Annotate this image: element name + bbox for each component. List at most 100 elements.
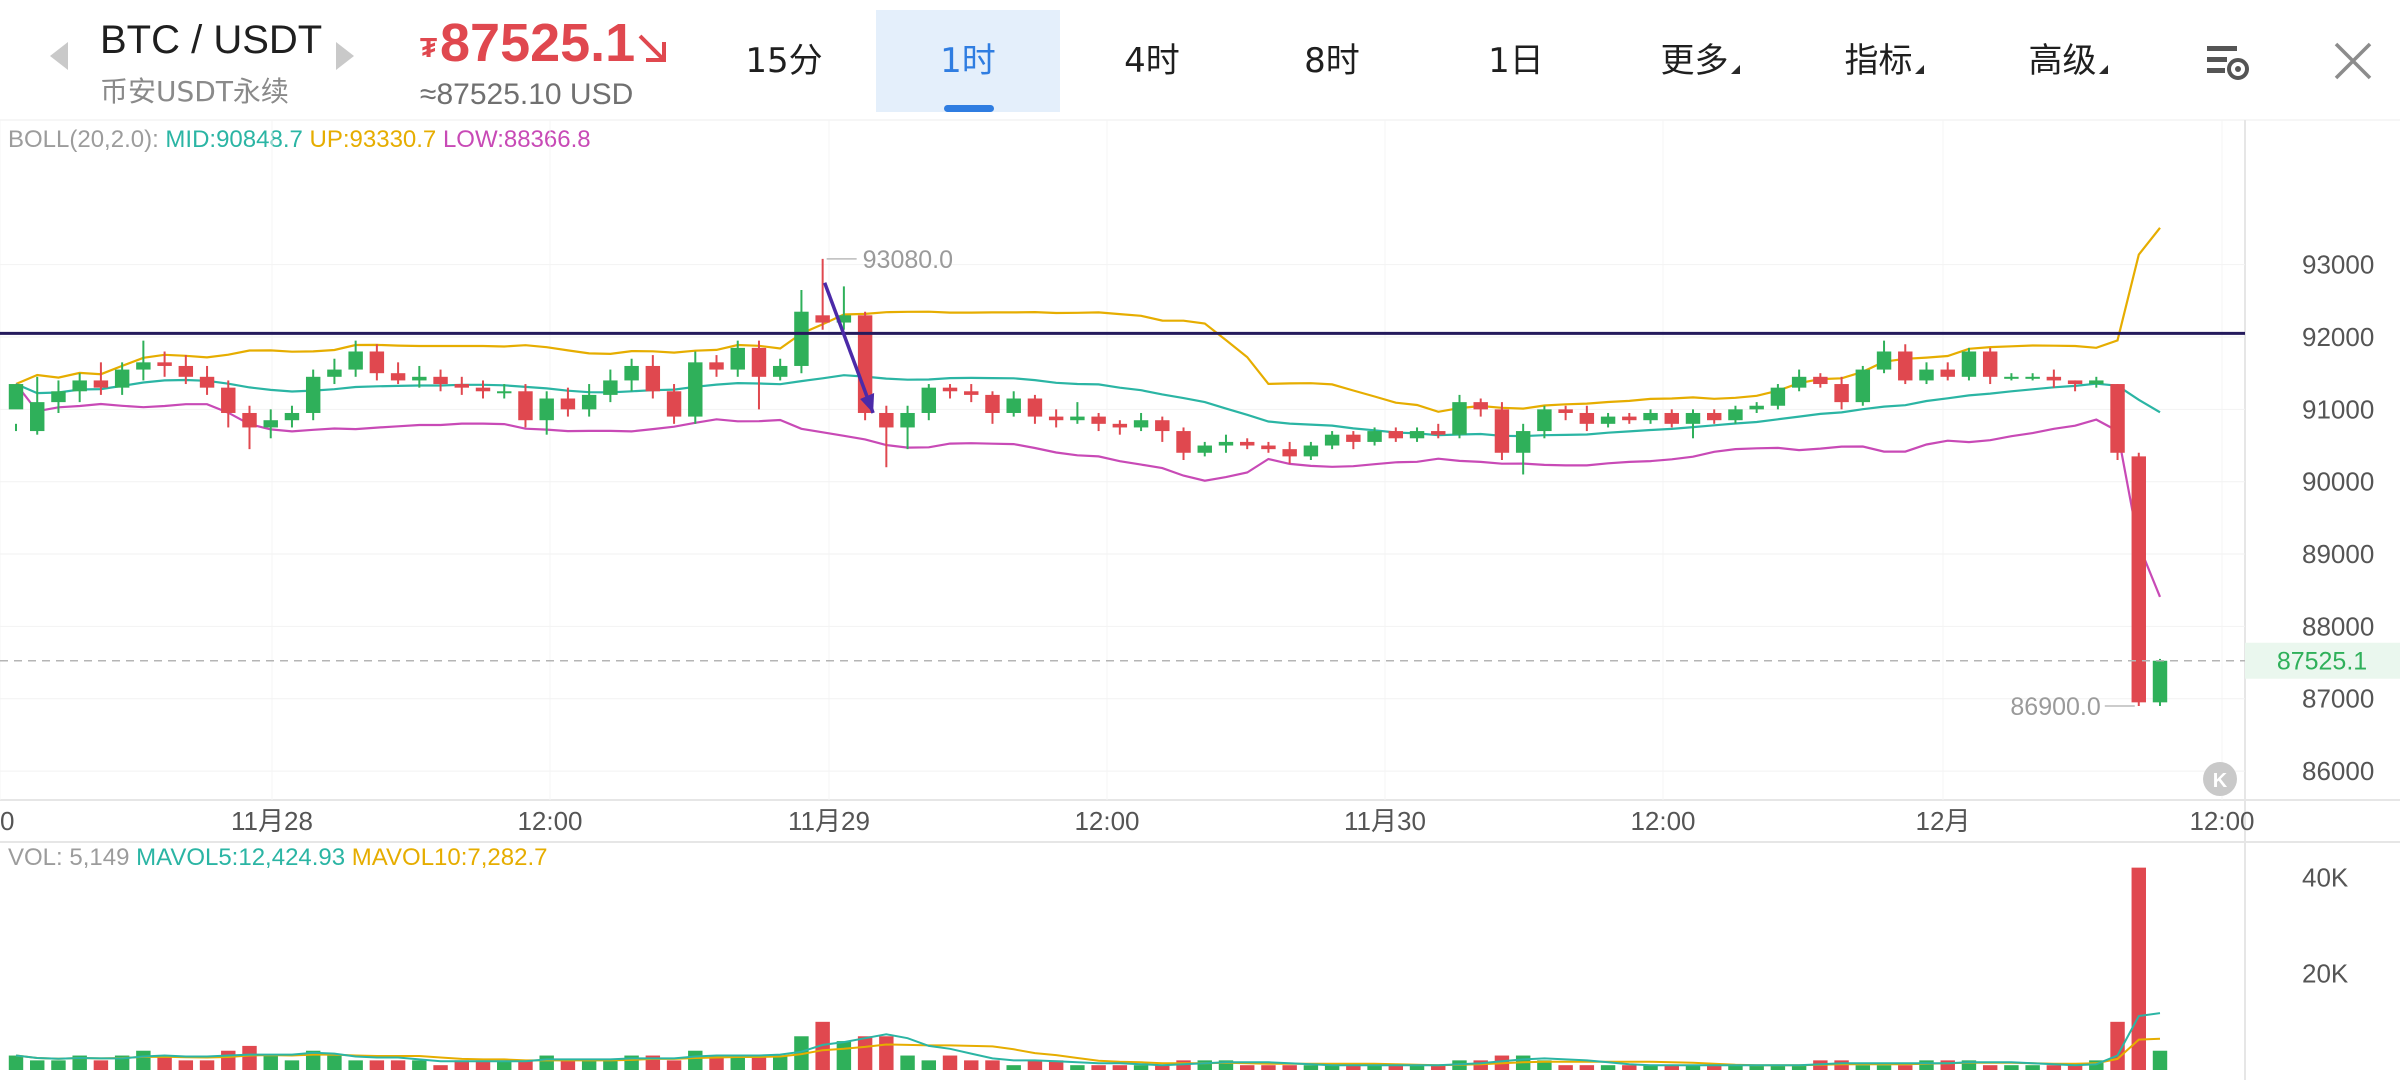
candle-body: [1452, 402, 1467, 435]
candle-body: [2131, 456, 2146, 703]
candle-body: [942, 387, 958, 392]
candle-body: [1707, 412, 1722, 421]
volume-bar: [1282, 1065, 1297, 1070]
volume-bar: [1133, 1065, 1149, 1070]
candle-body: [815, 315, 830, 323]
chart-grid: [0, 119, 2400, 1080]
volume-tick-label: 20K: [2302, 959, 2349, 989]
candle-body: [1728, 409, 1743, 421]
candle-body: [1431, 431, 1446, 435]
candle-body: [2025, 376, 2040, 379]
candle-body: [1091, 416, 1106, 424]
candle-body: [1685, 412, 1701, 424]
candle-body: [2004, 376, 2019, 379]
candle-body: [136, 362, 151, 370]
candle-body: [900, 412, 915, 428]
candle-body: [1515, 431, 1531, 453]
candle-body: [497, 391, 512, 394]
volume-bar: [199, 1060, 215, 1070]
volume-bar: [666, 1060, 682, 1070]
candlestick-series: [8, 258, 2168, 706]
candle-body: [581, 394, 597, 410]
volume-bar: [581, 1060, 597, 1070]
candle-body: [2152, 660, 2168, 703]
candle-body: [518, 391, 533, 421]
price-tick-label: 88000: [2302, 611, 2374, 641]
volume-bar: [178, 1060, 194, 1070]
volume-bar: [539, 1055, 554, 1070]
time-tick-label: 12:00: [1074, 806, 1139, 836]
price-tick-label: 92000: [2302, 322, 2374, 352]
candle-body: [921, 387, 937, 413]
candle-body: [879, 412, 894, 428]
candle-body: [1643, 412, 1658, 421]
volume-bar: [242, 1045, 257, 1070]
kline-chart[interactable]: 93080.0 86900.0 87525.1 K 93000 92000 91000 90…: [0, 0, 2400, 1080]
candle-body: [199, 376, 215, 388]
candle-body: [30, 402, 45, 432]
candle-body: [1494, 409, 1510, 453]
candle-body: [1579, 412, 1595, 424]
volume-bar: [1558, 1065, 1573, 1070]
volume-bar: [30, 1060, 45, 1070]
price-tick-label: 91000: [2302, 394, 2374, 424]
candle-body: [1346, 434, 1361, 442]
volume-bar: [1940, 1060, 1955, 1070]
volume-bar: [942, 1055, 958, 1070]
volume-bar: [93, 1060, 109, 1070]
volume-bar: [369, 1060, 385, 1070]
candle-body: [475, 387, 491, 392]
candle-body: [1112, 423, 1128, 428]
time-tick-label: 12:00: [2189, 806, 2254, 836]
candle-body: [1388, 431, 1404, 439]
time-tick-label: 12月: [1916, 806, 1971, 836]
volume-bar: [603, 1060, 618, 1070]
price-tick-label: 90000: [2302, 467, 2374, 497]
volume-bar: [1261, 1065, 1276, 1070]
volume-bar: [964, 1060, 979, 1070]
candle-body: [964, 391, 979, 395]
candle-body: [2110, 384, 2125, 453]
candle-body: [8, 384, 24, 410]
candle-body: [1749, 405, 1764, 410]
k-badge-label: K: [2213, 770, 2228, 792]
candle-body: [51, 391, 66, 403]
time-tick-label: 11月29: [788, 806, 870, 836]
volume-bar: [136, 1050, 151, 1070]
candle-body: [263, 420, 278, 428]
candle-body: [412, 376, 427, 381]
high-marker-label: 93080.0: [863, 246, 953, 274]
candle-body: [1324, 434, 1340, 446]
candle-body: [1282, 449, 1297, 457]
volume-bar: [1006, 1065, 1021, 1070]
volume-bar: [284, 1060, 300, 1070]
app: BTC / USDT 币安USDT永续 ₮ 87525.1 ≈87525.10 …: [0, 0, 2400, 1080]
volume-bar: [985, 1060, 1000, 1070]
volume-bar: [1919, 1060, 1934, 1070]
volume-bar: [857, 1036, 873, 1070]
volume-bar: [327, 1055, 342, 1070]
volume-bar: [688, 1050, 703, 1070]
volume-bar: [1622, 1065, 1637, 1070]
boll-lower-line: [15, 383, 2162, 598]
candle-body: [157, 362, 172, 366]
candle-body: [772, 365, 788, 377]
time-tick-label: 11月28: [231, 806, 313, 836]
volume-bar: [900, 1055, 915, 1070]
candle-body: [709, 362, 724, 370]
candle-body: [560, 398, 576, 410]
candle-body: [1961, 351, 1977, 377]
candle-body: [539, 398, 554, 421]
candle-body: [1367, 431, 1382, 442]
candle-body: [348, 351, 363, 370]
candle-body: [1898, 351, 1913, 381]
volume-bar: [879, 1036, 894, 1070]
candle-body: [1834, 384, 1849, 403]
volume-bar: [221, 1050, 236, 1070]
candle-body: [178, 365, 194, 377]
bollinger-bands: [15, 227, 2162, 598]
candle-body: [221, 387, 236, 413]
volume-bar: [1876, 1065, 1892, 1070]
volume-bar: [1303, 1065, 1319, 1070]
candle-body: [369, 351, 385, 374]
